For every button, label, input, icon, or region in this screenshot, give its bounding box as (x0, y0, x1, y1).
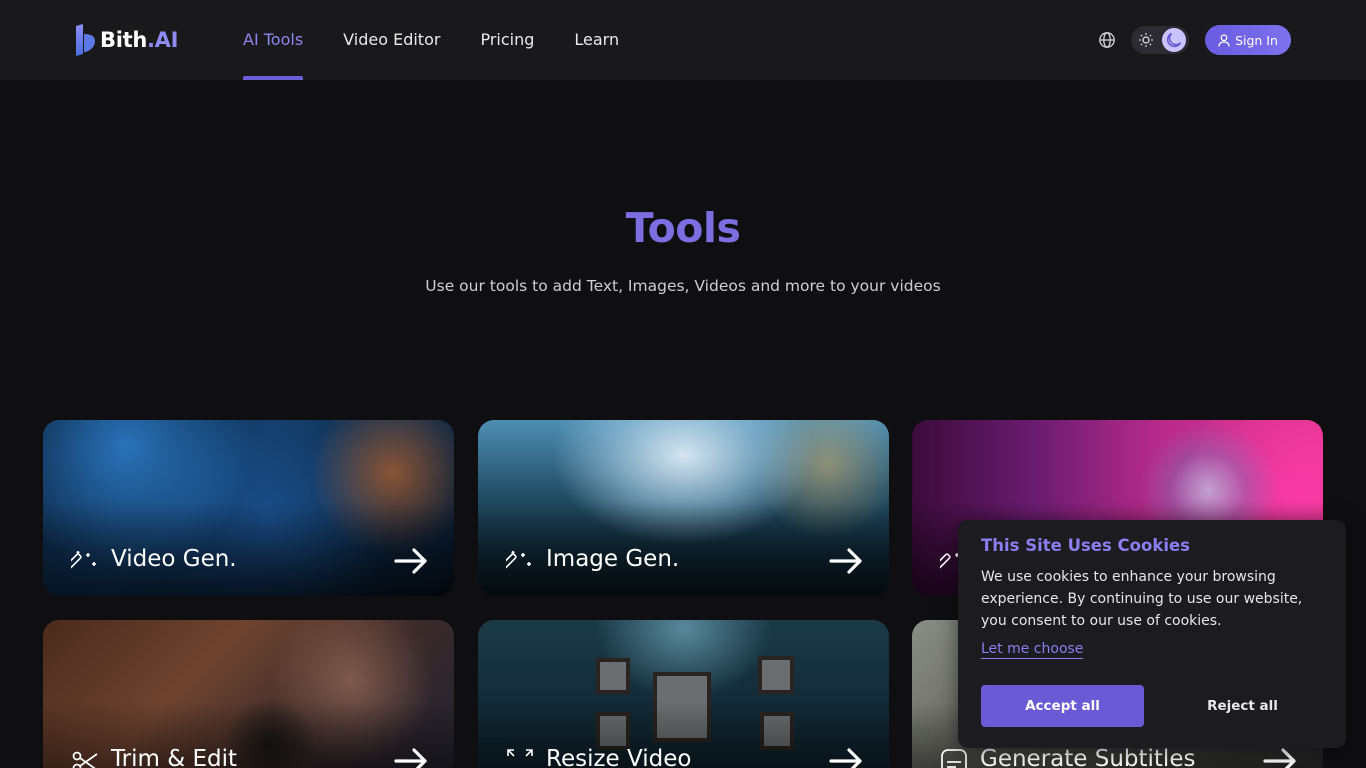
nav-link-learn[interactable]: Learn (574, 0, 619, 80)
globe-icon[interactable] (1098, 31, 1116, 49)
sun-icon[interactable] (1138, 32, 1154, 48)
tool-card-video-gen[interactable]: Video Gen. (43, 420, 454, 596)
magic-wand-icon (500, 548, 534, 576)
sign-in-label: Sign In (1235, 32, 1278, 48)
page-subtitle: Use our tools to add Text, Images, Video… (425, 277, 941, 295)
scissors-icon (71, 748, 99, 768)
nav-link-pricing[interactable]: Pricing (480, 0, 534, 80)
arrow-right-icon (394, 748, 428, 768)
sign-in-button[interactable]: Sign In (1205, 25, 1291, 55)
accept-all-button[interactable]: Accept all (981, 685, 1144, 727)
cookie-message: We use cookies to enhance your browsing … (981, 569, 1303, 629)
arrow-right-icon (1263, 748, 1297, 768)
arrow-right-icon (829, 748, 863, 768)
tool-card-resize-video[interactable]: Resize Video (478, 620, 889, 768)
reject-all-button[interactable]: Reject all (1161, 685, 1324, 727)
theme-toggle[interactable] (1131, 26, 1189, 54)
tool-card-label: Video Gen. (111, 546, 237, 572)
nav-link-video-editor[interactable]: Video Editor (343, 0, 440, 80)
top-navbar: Bith.AI AI Tools Video Editor Pricing Le… (0, 0, 1366, 80)
tool-card-label: Image Gen. (546, 546, 680, 572)
brand-logo[interactable]: Bith.AI (74, 24, 178, 56)
main-nav: AI Tools Video Editor Pricing Learn (243, 0, 659, 80)
subtitles-icon (940, 748, 968, 768)
brand-name: Bith.AI (100, 28, 179, 52)
resize-icon (506, 748, 534, 768)
tool-card-label: Trim & Edit (111, 746, 238, 768)
tool-card-label: Generate Subtitles (980, 746, 1196, 768)
tool-card-trim-edit[interactable]: Trim & Edit (43, 620, 454, 768)
cookie-preferences-link[interactable]: Let me choose (981, 640, 1084, 659)
tool-card-image-gen[interactable]: Image Gen. (478, 420, 889, 596)
moon-icon[interactable] (1162, 28, 1186, 52)
cookie-consent-dialog: This Site Uses Cookies We use cookies to… (958, 520, 1346, 748)
arrow-right-icon (829, 548, 863, 574)
magic-wand-icon (65, 548, 99, 576)
user-icon (1218, 33, 1230, 47)
arrow-right-icon (394, 548, 428, 574)
cookie-title: This Site Uses Cookies (981, 536, 1190, 555)
page-title: Tools (625, 204, 741, 252)
logo-mark-icon (74, 24, 96, 56)
tool-card-label: Resize Video (546, 746, 692, 768)
nav-link-ai-tools[interactable]: AI Tools (243, 0, 304, 80)
